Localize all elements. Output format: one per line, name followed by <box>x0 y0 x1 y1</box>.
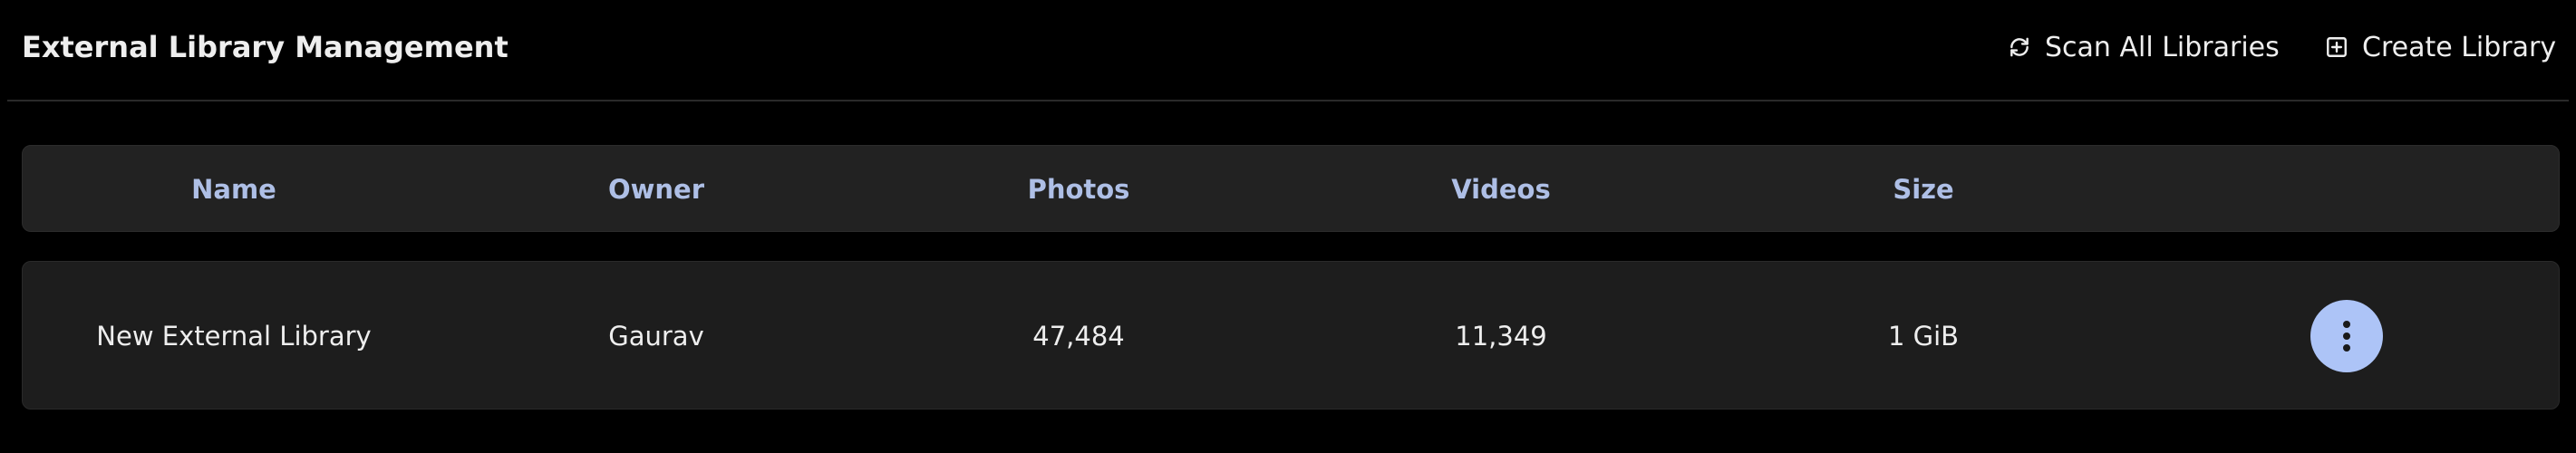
library-name-cell: New External Library <box>96 321 372 352</box>
library-owner-cell: Gaurav <box>608 321 704 352</box>
library-management-page: External Library Management Scan All Lib… <box>0 0 2576 453</box>
column-header-videos: Videos <box>1451 174 1551 205</box>
library-photos-cell: 47,484 <box>1032 321 1125 352</box>
library-size-cell: 1 GiB <box>1887 321 1960 352</box>
scan-all-libraries-label: Scan All Libraries <box>2045 31 2280 63</box>
library-options-button[interactable] <box>2310 300 2383 372</box>
create-library-label: Create Library <box>2362 31 2557 63</box>
column-header-size: Size <box>1893 174 1954 205</box>
plus-square-icon <box>2324 34 2349 60</box>
scan-all-libraries-button[interactable]: Scan All Libraries <box>2007 25 2280 69</box>
vertical-dots-icon <box>2341 320 2352 352</box>
table-header: Name Owner Photos Videos Size <box>22 145 2560 232</box>
page-title: External Library Management <box>22 30 508 64</box>
page-header: External Library Management Scan All Lib… <box>7 0 2569 101</box>
table-row: New External Library Gaurav 47,484 11,34… <box>22 261 2560 410</box>
refresh-icon <box>2007 34 2032 60</box>
column-header-name: Name <box>191 174 276 205</box>
column-header-photos: Photos <box>1027 174 1130 205</box>
create-library-button[interactable]: Create Library <box>2324 25 2556 69</box>
library-videos-cell: 11,349 <box>1455 321 1547 352</box>
column-header-owner: Owner <box>607 174 705 205</box>
